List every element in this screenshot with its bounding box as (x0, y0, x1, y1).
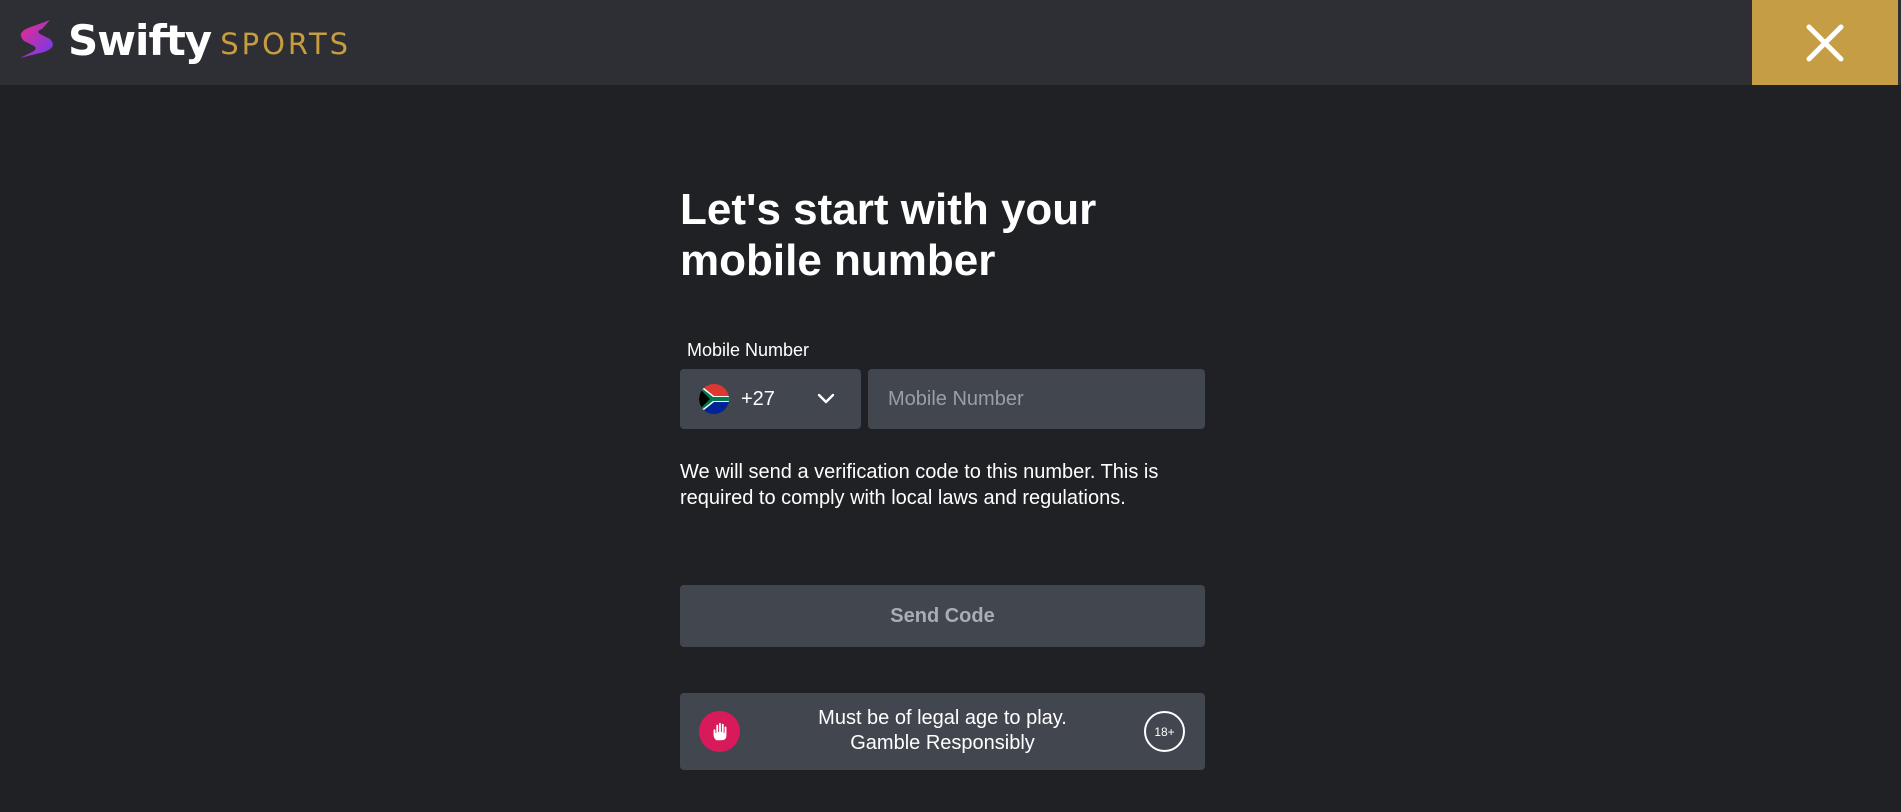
close-button[interactable] (1752, 0, 1898, 85)
verification-info-text: We will send a verification code to this… (680, 461, 1159, 509)
mobile-number-input[interactable] (868, 369, 1205, 429)
chevron-down-icon (817, 393, 835, 404)
age-notice-text: Must be of legal age to play. Gamble Res… (760, 706, 1125, 756)
mobile-number-label: Mobile Number (687, 340, 810, 360)
brand-name: Swifty (68, 15, 212, 65)
close-icon (1806, 24, 1844, 61)
age-notice: Must be of legal age to play. Gamble Res… (680, 693, 1205, 770)
age-notice-line1: Must be of legal age to play. (818, 707, 1067, 729)
age-18-badge: 18+ (1144, 711, 1185, 752)
send-code-button[interactable]: Send Code (680, 585, 1205, 647)
page-title: Let's start with your mobile number (680, 185, 1097, 285)
top-bar: Swifty SPORTS (0, 0, 1901, 85)
dial-code: +27 (741, 387, 775, 410)
swifty-logo-icon (20, 20, 53, 58)
hand-stop-icon (699, 711, 740, 752)
age-notice-line2: Gamble Responsibly (850, 732, 1035, 754)
logo[interactable]: Swifty SPORTS (14, 15, 352, 65)
country-code-select[interactable]: +27 (680, 369, 861, 429)
brand-sub: SPORTS (220, 27, 352, 61)
south-africa-flag-icon (699, 384, 729, 414)
